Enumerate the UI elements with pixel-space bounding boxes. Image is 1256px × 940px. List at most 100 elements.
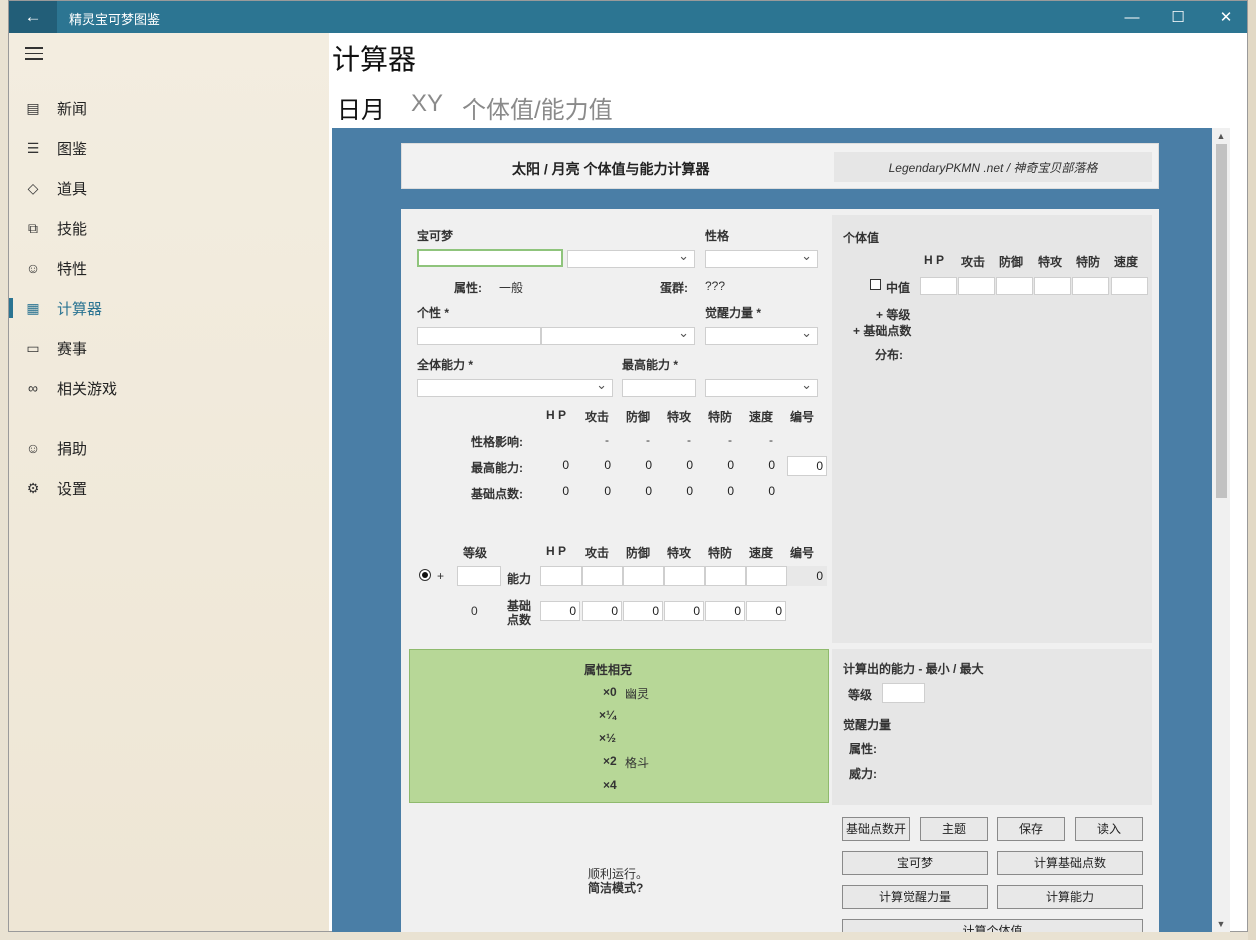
tag-icon: ◇ <box>27 179 39 196</box>
characteristic-input[interactable] <box>417 327 541 345</box>
stat-header-spd: 特防 <box>708 410 733 424</box>
close-icon[interactable]: ✕ <box>1203 1 1247 33</box>
nature-select[interactable] <box>705 248 818 268</box>
max-stat-spd: 0 <box>727 458 734 472</box>
overall-select[interactable] <box>417 377 613 397</box>
ev-input-atk[interactable]: 0 <box>582 601 622 621</box>
tab-iv-stats[interactable]: 个体值/能力值 <box>462 90 613 125</box>
iv-input-atk[interactable] <box>958 277 995 295</box>
window-title: 精灵宝可梦图鉴 <box>69 12 161 27</box>
egg-group-label: 蛋群: <box>660 281 688 295</box>
max-stat-spa: 0 <box>686 458 693 472</box>
iv-header-spa: 特攻 <box>1038 255 1063 269</box>
sidebar-item-related-games[interactable]: ∞ 相关游戏 <box>9 370 329 406</box>
iv-panel: 个体值 H P 攻击 防御 特攻 特防 速度 中值 + 等级 + 基础点数 分布… <box>832 215 1152 643</box>
max-stat-spe: 0 <box>768 458 775 472</box>
tab-sun-moon[interactable]: 日月 <box>337 90 385 125</box>
simple-mode-link[interactable]: 简洁模式? <box>588 879 643 896</box>
type-list-2: 格斗 <box>625 756 650 770</box>
pokemon-search-input[interactable] <box>417 249 563 267</box>
calc-ev-button[interactable]: 计算基础点数 <box>997 851 1143 875</box>
stat-header-id: 编号 <box>790 410 815 424</box>
iv-input-hp[interactable] <box>920 277 957 295</box>
sidebar-item-items[interactable]: ◇ 道具 <box>9 170 329 206</box>
tab-xy[interactable]: XY <box>411 90 443 118</box>
ev-input-def[interactable]: 0 <box>623 601 663 621</box>
base-ev-spe: 0 <box>768 484 775 498</box>
ev-input-spd[interactable]: 0 <box>705 601 745 621</box>
calc-iv-button[interactable]: 计算个体值 <box>842 919 1143 932</box>
back-arrow-icon[interactable]: ← <box>9 1 57 33</box>
highest-select[interactable] <box>705 377 818 397</box>
max-stat-label: 最高能力: <box>471 461 523 475</box>
theme-button[interactable]: 主题 <box>920 817 988 841</box>
sidebar-item-events[interactable]: ▭ 赛事 <box>9 330 329 366</box>
nature-effect-atk: - <box>605 433 609 447</box>
scroll-down-icon[interactable]: ▼ <box>1212 916 1230 932</box>
ev-input-hp[interactable]: 0 <box>540 601 580 621</box>
type-mult-quarter: ×¼ <box>599 708 617 722</box>
stat-mode-radio[interactable] <box>419 569 431 581</box>
type-list-0: 幽灵 <box>625 687 650 701</box>
egg-group-value: ??? <box>705 279 726 293</box>
calculator-title: 太阳 / 月亮 个体值与能力计算器 <box>512 161 710 177</box>
iv-mid-checkbox[interactable] <box>870 279 881 290</box>
base-ev-atk: 0 <box>604 484 611 498</box>
computed-level-input[interactable] <box>882 683 925 703</box>
max-stat-atk: 0 <box>604 458 611 472</box>
characteristic-select[interactable] <box>541 325 695 345</box>
level-input[interactable] <box>457 566 501 586</box>
iv-input-def[interactable] <box>996 277 1033 295</box>
pokemon-button[interactable]: 宝可梦 <box>842 851 988 875</box>
ev-toggle-button[interactable]: 基础点数开 <box>842 817 910 841</box>
scroll-up-icon[interactable]: ▲ <box>1212 128 1230 144</box>
stat-header2-id: 编号 <box>790 546 815 560</box>
sidebar-item-moves[interactable]: ⧉ 技能 <box>9 210 329 246</box>
stat-input-hp[interactable] <box>540 566 582 586</box>
minimize-icon[interactable]: — <box>1109 1 1155 33</box>
level-header: 等级 <box>463 546 488 560</box>
stat-header2-hp: H P <box>546 544 567 558</box>
type-effectiveness-panel: 属性相克 ×0 幽灵 ×¼ ×½ ×2 格斗 ×4 <box>409 649 829 803</box>
max-stat-hp: 0 <box>562 458 569 472</box>
calculator-header: 太阳 / 月亮 个体值与能力计算器 LegendaryPKMN .net / 神… <box>401 143 1159 189</box>
sidebar-item-pokedex[interactable]: ☰ 图鉴 <box>9 130 329 166</box>
stat-input-spa[interactable] <box>664 566 705 586</box>
load-button[interactable]: 读入 <box>1075 817 1143 841</box>
ev-input-spa[interactable]: 0 <box>664 601 704 621</box>
sidebar-item-abilities[interactable]: ☺ 特性 <box>9 250 329 286</box>
sidebar-item-settings[interactable]: ⚙ 设置 <box>9 470 329 506</box>
iv-input-spa[interactable] <box>1034 277 1071 295</box>
calc-hidden-power-button[interactable]: 计算觉醒力量 <box>842 885 988 909</box>
credit-link[interactable]: LegendaryPKMN .net / 神奇宝贝部落格 <box>834 152 1152 182</box>
stat-header-hp: H P <box>546 408 567 422</box>
nature-effect-spd: - <box>728 433 732 447</box>
hidden-power-select[interactable] <box>705 325 818 345</box>
highest-input[interactable] <box>622 379 696 397</box>
maximize-icon[interactable]: ☐ <box>1155 1 1201 33</box>
gear-icon: ⚙ <box>26 479 40 496</box>
computed-title: 计算出的能力 - 最小 / 最大 <box>843 662 984 676</box>
highest-label: 最高能力 * <box>622 358 679 372</box>
base-ev-label: 基础点数: <box>471 487 523 501</box>
stat-input-def[interactable] <box>623 566 664 586</box>
stat-header2-atk: 攻击 <box>585 546 610 560</box>
stat-input-spd[interactable] <box>705 566 746 586</box>
type-label: 属性: <box>454 281 482 295</box>
max-stat-id-input[interactable]: 0 <box>787 456 827 476</box>
scroll-thumb[interactable] <box>1216 144 1227 498</box>
iv-input-spe[interactable] <box>1111 277 1148 295</box>
ev-input-spe[interactable]: 0 <box>746 601 786 621</box>
iv-input-spd[interactable] <box>1072 277 1109 295</box>
calc-stats-button[interactable]: 计算能力 <box>997 885 1143 909</box>
stat-input-spe[interactable] <box>746 566 787 586</box>
sidebar-item-calculator[interactable]: ▦ 计算器 <box>9 290 329 326</box>
pokemon-select[interactable] <box>567 248 695 268</box>
iv-mid-label: 中值 <box>886 281 911 295</box>
stat-input-atk[interactable] <box>582 566 623 586</box>
sidebar-item-donate[interactable]: ☺ 捐助 <box>9 430 329 466</box>
sidebar-item-news[interactable]: ▤ 新闻 <box>9 90 329 126</box>
webview-scrollbar[interactable]: ▲ ▼ <box>1212 128 1230 932</box>
save-button[interactable]: 保存 <box>997 817 1065 841</box>
hamburger-menu-icon[interactable] <box>25 47 43 61</box>
